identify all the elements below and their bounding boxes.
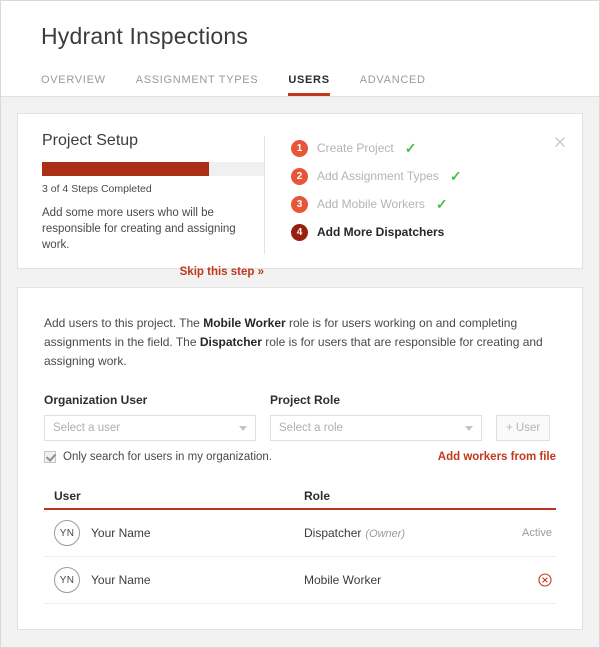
step-label: Add More Dispatchers xyxy=(317,225,444,239)
step-number-badge: 2 xyxy=(291,168,308,185)
users-table-header: User Role xyxy=(44,484,556,510)
skip-step-row: Skip this step » xyxy=(42,262,264,280)
column-header-role: Role xyxy=(304,489,492,503)
page-header: Hydrant Inspections OVERVIEW ASSIGNMENT … xyxy=(1,1,599,97)
setup-step-create-project[interactable]: 1 Create Project ✓ xyxy=(291,134,568,162)
chevron-down-icon xyxy=(239,426,247,431)
users-intro-text: Add users to this project. The Mobile Wo… xyxy=(44,314,556,371)
setup-step-add-mobile-workers[interactable]: 3 Add Mobile Workers ✓ xyxy=(291,190,568,218)
project-role-placeholder: Select a role xyxy=(279,422,343,434)
add-user-form: Organization User Select a user Project … xyxy=(44,393,556,441)
app-page: Hydrant Inspections OVERVIEW ASSIGNMENT … xyxy=(0,0,600,648)
table-row[interactable]: YN Your Name Dispatcher (Owner) Active xyxy=(44,510,556,557)
avatar: YN xyxy=(54,520,80,546)
column-header-user: User xyxy=(54,489,304,503)
status-badge: Active xyxy=(492,527,552,539)
organization-user-placeholder: Select a user xyxy=(53,422,120,434)
table-row[interactable]: YN Your Name Mobile Worker xyxy=(44,557,556,604)
intro-bold-mobile-worker: Mobile Worker xyxy=(203,316,285,330)
chevron-down-icon xyxy=(465,426,473,431)
add-user-button[interactable]: + User xyxy=(496,415,550,441)
step-label: Add Assignment Types xyxy=(317,169,439,183)
project-role-label: Project Role xyxy=(270,393,482,407)
intro-bold-dispatcher: Dispatcher xyxy=(200,335,262,349)
organization-user-select[interactable]: Select a user xyxy=(44,415,256,441)
role-cell: Dispatcher (Owner) xyxy=(304,526,492,540)
project-setup-card: Project Setup 3 of 4 Steps Completed Add… xyxy=(17,113,583,269)
only-my-org-checkbox[interactable] xyxy=(44,451,56,463)
setup-steps-list: 1 Create Project ✓ 2 Add Assignment Type… xyxy=(291,134,568,246)
step-number-badge: 3 xyxy=(291,196,308,213)
setup-step-add-more-dispatchers[interactable]: 4 Add More Dispatchers xyxy=(291,218,568,246)
role-owner-note: (Owner) xyxy=(365,528,405,540)
project-role-field: Project Role Select a role xyxy=(270,393,482,441)
setup-progress-label: 3 of 4 Steps Completed xyxy=(42,183,248,195)
tab-bar: OVERVIEW ASSIGNMENT TYPES USERS ADVANCED xyxy=(41,66,599,96)
project-setup-steps-panel: 1 Create Project ✓ 2 Add Assignment Type… xyxy=(265,132,582,268)
page-title: Hydrant Inspections xyxy=(41,23,599,50)
add-workers-from-file-link[interactable]: Add workers from file xyxy=(438,451,556,463)
form-secondary-row: Only search for users in my organization… xyxy=(44,451,556,463)
tab-overview[interactable]: OVERVIEW xyxy=(41,74,106,96)
users-table: User Role YN Your Name Dispatcher (Owner)… xyxy=(44,484,556,604)
tab-users[interactable]: USERS xyxy=(288,74,329,96)
step-label: Add Mobile Workers xyxy=(317,197,425,211)
user-name: Your Name xyxy=(91,526,151,540)
only-my-org-label: Only search for users in my organization… xyxy=(63,451,272,463)
setup-description: Add some more users who will be responsi… xyxy=(42,205,264,253)
remove-circle-icon[interactable] xyxy=(492,573,552,587)
setup-step-add-assignment-types[interactable]: 2 Add Assignment Types ✓ xyxy=(291,162,568,190)
project-setup-title: Project Setup xyxy=(42,132,248,150)
user-cell: YN Your Name xyxy=(54,567,304,593)
organization-user-field: Organization User Select a user xyxy=(44,393,256,441)
role-cell: Mobile Worker xyxy=(304,573,492,587)
tab-assignment-types[interactable]: ASSIGNMENT TYPES xyxy=(136,74,259,96)
only-my-org-checkbox-wrap[interactable]: Only search for users in my organization… xyxy=(44,451,272,463)
close-icon[interactable] xyxy=(552,134,568,150)
role-value: Dispatcher xyxy=(304,526,361,540)
setup-progress-fill xyxy=(42,162,209,176)
avatar: YN xyxy=(54,567,80,593)
intro-segment-1: Add users to this project. The xyxy=(44,316,203,330)
step-label: Create Project xyxy=(317,141,394,155)
project-role-select[interactable]: Select a role xyxy=(270,415,482,441)
role-value: Mobile Worker xyxy=(304,573,381,587)
user-name: Your Name xyxy=(91,573,151,587)
project-setup-left: Project Setup 3 of 4 Steps Completed Add… xyxy=(18,132,264,268)
setup-progress-bar xyxy=(42,162,264,176)
check-icon: ✓ xyxy=(436,197,448,211)
organization-user-label: Organization User xyxy=(44,393,256,407)
tab-advanced[interactable]: ADVANCED xyxy=(360,74,426,96)
skip-this-step-link[interactable]: Skip this step » xyxy=(180,266,264,278)
check-icon: ✓ xyxy=(405,141,417,155)
step-number-badge: 1 xyxy=(291,140,308,157)
step-number-badge: 4 xyxy=(291,224,308,241)
check-icon: ✓ xyxy=(450,169,462,183)
user-cell: YN Your Name xyxy=(54,520,304,546)
users-card: Add users to this project. The Mobile Wo… xyxy=(17,287,583,630)
